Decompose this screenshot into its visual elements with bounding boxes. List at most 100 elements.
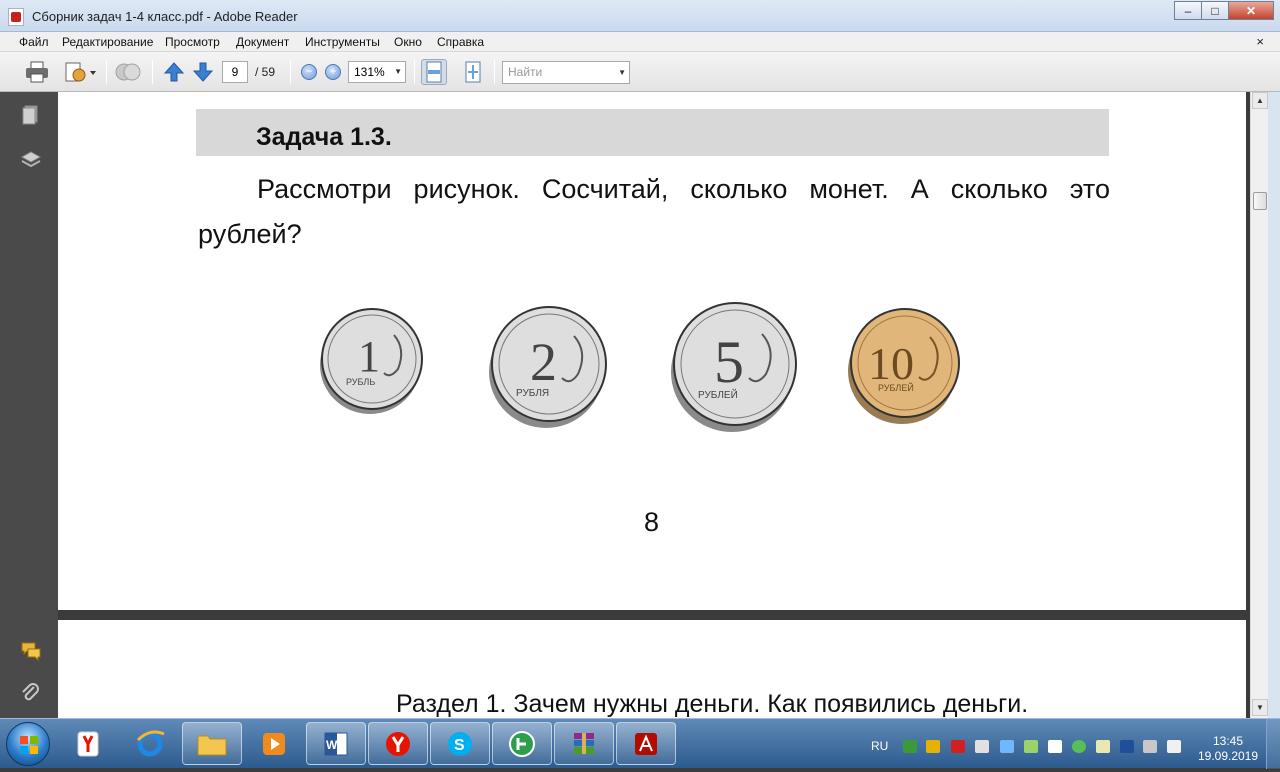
speaker-icon[interactable] — [975, 740, 989, 753]
bluetooth-icon[interactable] — [1120, 740, 1134, 753]
menu-tools[interactable]: Инструменты — [305, 35, 380, 49]
taskbar-media-player[interactable] — [244, 722, 304, 765]
network-device-icon[interactable] — [1000, 740, 1014, 753]
menu-file[interactable]: Файл — [19, 35, 49, 49]
arrow-up-icon — [163, 62, 185, 82]
menu-document[interactable]: Документ — [236, 35, 289, 49]
taskbar-clock[interactable]: 13:45 19.09.2019 — [1196, 734, 1260, 764]
navigation-pane — [0, 92, 58, 718]
taskbar-skype[interactable]: S — [430, 722, 490, 765]
menu-window[interactable]: Окно — [394, 35, 422, 49]
winrar-icon — [574, 732, 594, 754]
fit-page-button[interactable] — [460, 59, 486, 85]
section-header: Раздел 1. Зачем нужны деньги. Как появил… — [396, 690, 1029, 718]
window-title: Сборник задач 1-4 класс.pdf - Adobe Read… — [32, 9, 298, 24]
taskbar-green-app[interactable] — [492, 722, 552, 765]
chevron-down-icon: ▼ — [618, 68, 626, 77]
taskbar-word[interactable]: W — [306, 722, 366, 765]
coin-numeral: 1 — [358, 332, 380, 381]
taskbar: W S RU 13:45 19.09.2019 — [0, 718, 1280, 769]
tray-app-icon[interactable] — [903, 740, 917, 753]
zoom-value: 131% — [354, 65, 385, 79]
next-page-button[interactable] — [190, 59, 216, 85]
taskbar-yandex[interactable] — [368, 722, 428, 765]
zoom-level-select[interactable]: 131% ▼ — [348, 61, 406, 83]
taskbar-file-explorer[interactable] — [182, 722, 242, 765]
coin-word: РУБЛЕЙ — [698, 388, 738, 401]
folder-icon — [197, 735, 227, 755]
tray-red-icon[interactable] — [951, 740, 965, 753]
plus-icon: + — [325, 64, 341, 80]
tray-light-icon[interactable] — [1096, 740, 1110, 753]
svg-text:S: S — [454, 737, 465, 754]
collaborate-button[interactable] — [115, 59, 141, 85]
collaborate-icon — [115, 63, 141, 81]
signal-bars-icon[interactable] — [1167, 740, 1181, 753]
taskbar-winrar[interactable] — [554, 722, 614, 765]
coin-numeral: 2 — [530, 332, 557, 392]
maximize-button[interactable]: □ — [1201, 1, 1229, 20]
menu-view[interactable]: Просмотр — [165, 35, 220, 49]
adobe-reader-icon — [635, 732, 657, 755]
usb-icon[interactable] — [1143, 740, 1157, 753]
clock-time: 13:45 — [1212, 734, 1244, 748]
clock-date: 19.09.2019 — [1197, 749, 1259, 763]
arrow-down-icon — [192, 62, 214, 82]
coin-word: РУБЛЕЙ — [878, 382, 914, 393]
coin-1-ruble: 1 РУБЛЬ — [320, 308, 423, 414]
taskbar-yandex-browser[interactable] — [58, 722, 118, 765]
word-icon: W — [324, 732, 348, 755]
minimize-button[interactable]: – — [1174, 1, 1202, 20]
create-pdf-button[interactable] — [62, 59, 98, 85]
document-close-button[interactable]: × — [1256, 34, 1264, 49]
vertical-scrollbar[interactable]: ▲ ▼ — [1250, 92, 1268, 718]
task-heading: Задача 1.3. — [256, 123, 392, 151]
coin-numeral: 5 — [714, 329, 744, 395]
start-button[interactable] — [6, 722, 50, 766]
shield-icon[interactable] — [926, 740, 940, 753]
search-input[interactable]: Найти ▼ — [502, 61, 630, 84]
window-frame-right — [1268, 92, 1280, 718]
zoom-out-button[interactable]: − — [296, 59, 322, 85]
scroll-down-button[interactable]: ▼ — [1252, 699, 1268, 716]
document-view[interactable]: Задача 1.3. Рассмотри рисунок. Сосчитай,… — [58, 92, 1250, 718]
tray-circle-icon[interactable] — [1072, 740, 1086, 753]
adobe-reader-icon — [8, 8, 24, 26]
taskbar-internet-explorer[interactable] — [120, 722, 180, 765]
tray-green-icon[interactable] — [1024, 740, 1038, 753]
minus-icon: − — [301, 64, 317, 80]
language-indicator[interactable]: RU — [871, 739, 888, 753]
show-desktop-button[interactable] — [1266, 719, 1280, 769]
previous-page-button[interactable] — [161, 59, 187, 85]
comments-icon[interactable] — [20, 640, 42, 662]
document-share-icon — [65, 62, 96, 82]
flag-icon[interactable] — [1048, 740, 1062, 753]
printer-icon — [26, 61, 48, 83]
coin-2-rubles: 2 РУБЛЯ — [489, 306, 607, 428]
taskbar-adobe-reader[interactable] — [616, 722, 676, 765]
svg-text:W: W — [326, 738, 338, 752]
attachment-paperclip-icon[interactable] — [20, 682, 42, 704]
skype-icon: S — [448, 731, 472, 756]
green-circle-icon — [509, 730, 535, 757]
yandex-icon — [386, 731, 410, 756]
scrollbar-thumb[interactable] — [1253, 192, 1267, 210]
fit-width-button[interactable] — [421, 59, 447, 85]
menu-edit[interactable]: Редактирование — [62, 35, 153, 49]
coin-word: РУБЛЯ — [516, 388, 549, 399]
title-bar: Сборник задач 1-4 класс.pdf - Adobe Read… — [0, 0, 1280, 32]
page-number: 8 — [644, 507, 660, 537]
scroll-up-button[interactable]: ▲ — [1252, 92, 1268, 109]
coin-word: РУБЛЬ — [346, 377, 375, 387]
toolbar: 9 / 59 − + 131% ▼ Найти ▼ — [0, 52, 1280, 92]
print-button[interactable] — [24, 59, 50, 85]
windows-logo-icon — [20, 736, 38, 754]
fit-page-icon — [465, 61, 481, 83]
zoom-in-button[interactable]: + — [320, 59, 346, 85]
internet-explorer-icon — [136, 730, 165, 756]
pages-icon[interactable] — [20, 104, 42, 126]
close-button[interactable]: ✕ — [1228, 1, 1274, 20]
layers-icon[interactable] — [20, 149, 42, 171]
page-number-input[interactable]: 9 — [222, 61, 248, 83]
menu-help[interactable]: Справка — [437, 35, 484, 49]
